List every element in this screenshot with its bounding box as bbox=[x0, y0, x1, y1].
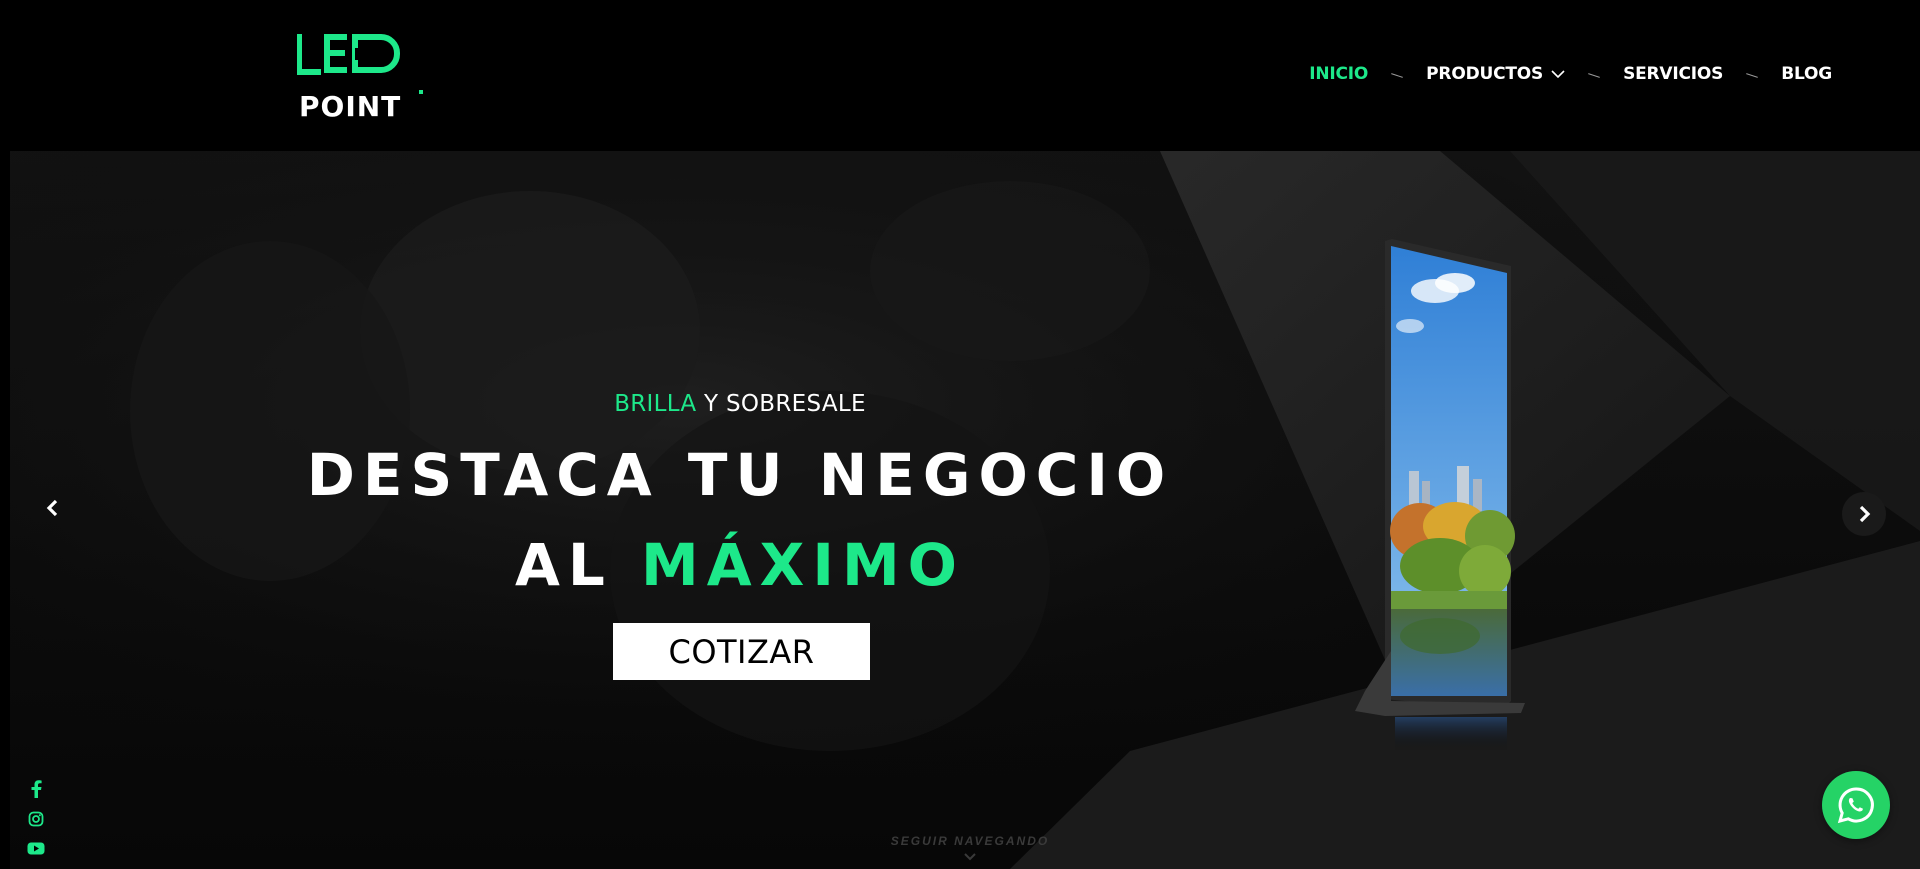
instagram-link[interactable] bbox=[26, 809, 46, 829]
whatsapp-button[interactable] bbox=[1822, 771, 1890, 839]
instagram-icon bbox=[28, 811, 44, 827]
nav-item-label: INICIO bbox=[1309, 64, 1369, 84]
chevron-left-icon bbox=[46, 499, 58, 517]
led-totem-image bbox=[1355, 239, 1525, 751]
hero-title-line1: DESTACA TU NEGOCIO bbox=[306, 441, 1174, 509]
hero-title-accent: MÁXIMO bbox=[641, 531, 965, 599]
nav-separator bbox=[1588, 75, 1600, 78]
nav-separator bbox=[1391, 75, 1403, 78]
site-header: POINT INICIO PRODUCTOS SERVICIOS BLOG bbox=[0, 0, 1920, 151]
facebook-link[interactable] bbox=[26, 779, 46, 799]
logo-point-text: POINT bbox=[299, 90, 401, 120]
whatsapp-icon bbox=[1837, 787, 1874, 824]
hero-kicker-accent: BRILLA bbox=[614, 391, 697, 417]
youtube-link[interactable] bbox=[26, 838, 46, 858]
scroll-hint[interactable]: SEGUIR NAVEGANDO bbox=[880, 834, 1060, 848]
scroll-down-icon[interactable] bbox=[963, 852, 977, 862]
main-nav: INICIO PRODUCTOS SERVICIOS BLOG bbox=[1309, 60, 1832, 88]
nav-item-inicio[interactable]: INICIO bbox=[1309, 64, 1368, 84]
carousel-prev-button[interactable] bbox=[42, 497, 64, 519]
cotizar-button[interactable]: COTIZAR bbox=[613, 623, 870, 680]
nav-item-servicios[interactable]: SERVICIOS bbox=[1623, 64, 1723, 84]
hero-slider: BRILLA Y SOBRESALE DESTACA TU NEGOCIO AL… bbox=[10, 151, 1920, 869]
hero-title-prefix: AL bbox=[515, 531, 642, 599]
nav-item-label: PRODUCTOS bbox=[1426, 64, 1544, 84]
carousel-next-button[interactable] bbox=[1842, 492, 1886, 536]
nav-item-label: SERVICIOS bbox=[1623, 64, 1724, 84]
youtube-icon bbox=[27, 842, 45, 854]
hero-title-line2: AL MÁXIMO bbox=[10, 531, 1470, 599]
nav-separator bbox=[1746, 75, 1758, 78]
chevron-down-icon bbox=[1551, 69, 1565, 78]
nav-item-label: BLOG bbox=[1781, 64, 1832, 84]
facebook-icon bbox=[31, 780, 42, 798]
ledpoint-logo[interactable]: POINT bbox=[297, 32, 425, 120]
nav-item-blog[interactable]: BLOG bbox=[1781, 64, 1832, 84]
chevron-right-icon bbox=[1859, 505, 1871, 523]
hero-background bbox=[10, 151, 1920, 869]
hero-kicker-rest: Y SOBRESALE bbox=[696, 391, 866, 417]
nav-item-productos[interactable]: PRODUCTOS bbox=[1426, 64, 1565, 84]
hero-kicker: BRILLA Y SOBRESALE bbox=[10, 391, 1470, 417]
